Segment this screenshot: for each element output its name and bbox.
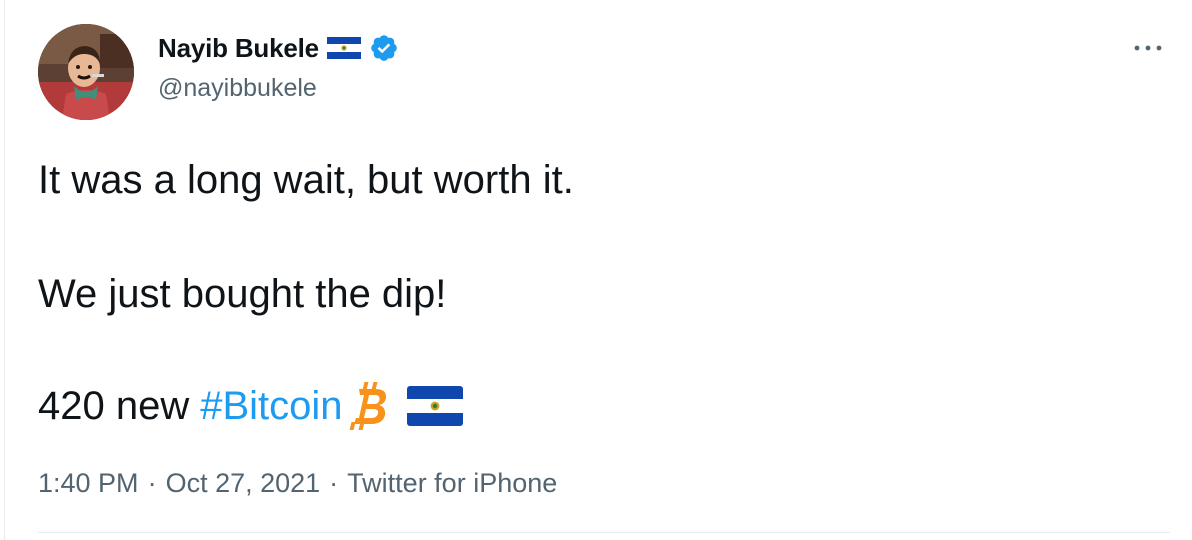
tweet-date[interactable]: Oct 27, 2021	[166, 468, 321, 499]
tweet-text-line-1: It was a long wait, but worth it.	[38, 158, 574, 202]
el-salvador-flag-icon	[406, 386, 463, 426]
bitcoin-icon	[349, 382, 386, 430]
tweet-text-line-2: We just bought the dip!	[38, 272, 447, 316]
meta-separator: ·	[329, 468, 339, 498]
author-name-row: Nayib Bukele	[158, 30, 399, 66]
avatar[interactable]	[38, 24, 134, 120]
meta-separator: ·	[147, 468, 157, 498]
tweet-card: Nayib Bukele @nayibbukele It was a long …	[0, 0, 1192, 540]
more-dots-icon	[1134, 45, 1162, 51]
tweet-source[interactable]: Twitter for iPhone	[347, 468, 557, 499]
el-salvador-flag-icon	[326, 37, 361, 59]
verified-badge-icon	[371, 35, 397, 61]
bottom-divider	[38, 532, 1170, 533]
more-options-button[interactable]	[1130, 36, 1166, 60]
tweet-time[interactable]: 1:40 PM	[38, 468, 139, 499]
tweet-text-prefix: 420 new	[38, 384, 190, 428]
tweet-text-line-3: 420 new #Bitcoin	[38, 380, 463, 432]
tweet-meta: 1:40 PM · Oct 27, 2021 · Twitter for iPh…	[38, 468, 557, 499]
left-border	[4, 0, 5, 540]
display-name[interactable]: Nayib Bukele	[158, 33, 319, 64]
author-handle[interactable]: @nayibbukele	[158, 74, 317, 103]
hashtag-link[interactable]: #Bitcoin	[200, 382, 342, 430]
